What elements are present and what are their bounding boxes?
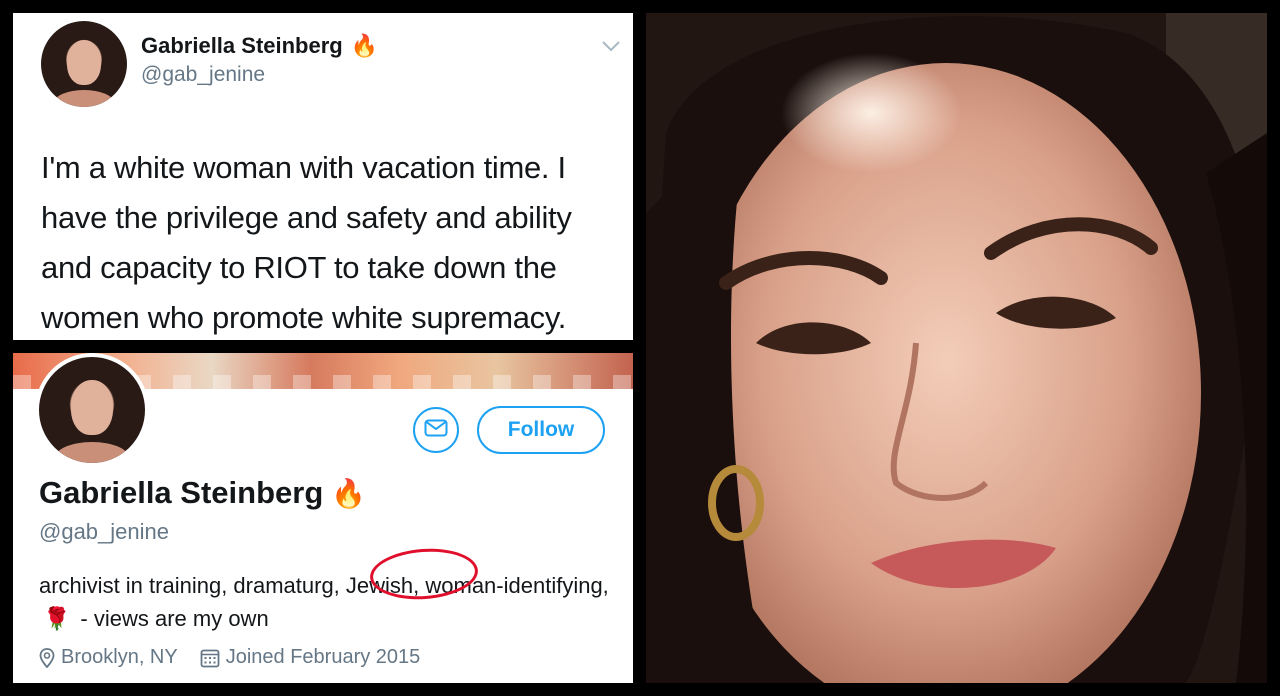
joined-date-text: Joined February 2015: [225, 646, 421, 668]
profile-meta: Brooklyn, NY Joined February 2015: [39, 646, 420, 669]
rose-icon: 🌹: [43, 606, 71, 631]
portrait-photo: [646, 13, 1267, 683]
mail-icon: [424, 419, 448, 442]
profile-handle: @gab_jenine: [39, 519, 169, 544]
location-text: Brooklyn, NY: [61, 646, 178, 668]
profile-avatar[interactable]: [35, 353, 149, 467]
portrait-image: [646, 13, 1267, 683]
tweet-avatar[interactable]: [41, 21, 127, 107]
tweet-text: I'm a white woman with vacation time. I …: [41, 150, 572, 335]
profile-name: Gabriella Steinberg 🔥: [39, 475, 366, 511]
tweet-card: Gabriella Steinberg 🔥 @gab_jenine I'm a w…: [13, 13, 633, 340]
calendar-icon: [200, 648, 220, 668]
bio-text: archivist in training, dramaturg, Jewish…: [39, 573, 609, 598]
fire-icon: 🔥: [350, 33, 379, 58]
tweet-author-name-text[interactable]: Gabriella Steinberg: [141, 33, 343, 58]
follow-button[interactable]: Follow: [477, 406, 605, 454]
tweet-author-name[interactable]: Gabriella Steinberg 🔥: [141, 33, 378, 59]
profile-bio: archivist in training, dramaturg, Jewish…: [39, 569, 609, 635]
location-pin-icon: [39, 647, 55, 668]
message-button[interactable]: [413, 407, 459, 453]
fire-icon: 🔥: [331, 478, 367, 509]
profile-name-text: Gabriella Steinberg: [39, 475, 324, 510]
bio-text-suffix: - views are my own: [80, 606, 269, 631]
tweet-author-handle[interactable]: @gab_jenine: [141, 63, 265, 87]
profile-card: Follow Gabriella Steinberg 🔥 @gab_jenine …: [13, 353, 633, 683]
chevron-down-icon[interactable]: [601, 39, 621, 58]
